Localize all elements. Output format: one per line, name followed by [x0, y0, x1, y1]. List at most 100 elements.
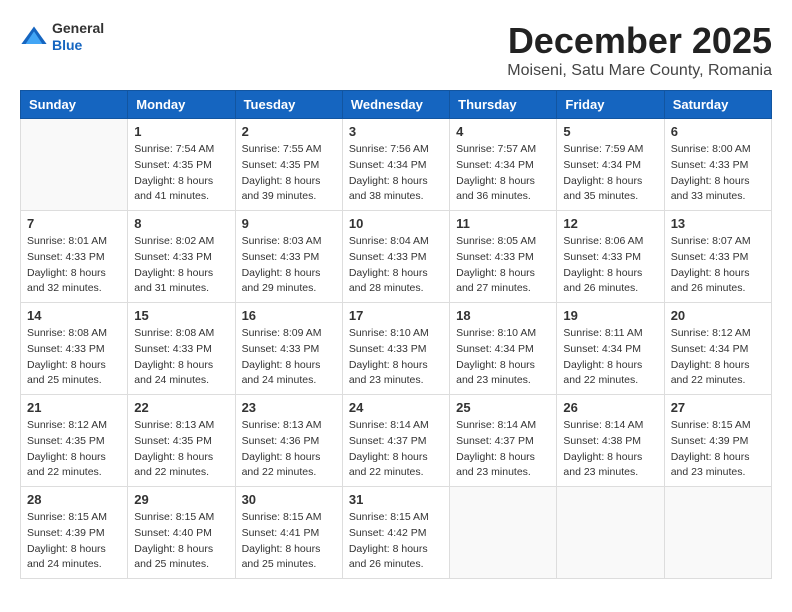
day-number: 13	[671, 216, 765, 231]
day-number: 12	[563, 216, 657, 231]
day-info: Sunrise: 8:04 AMSunset: 4:33 PMDaylight:…	[349, 234, 443, 297]
calendar-cell: 27Sunrise: 8:15 AMSunset: 4:39 PMDayligh…	[664, 395, 771, 487]
day-number: 9	[242, 216, 336, 231]
logo-icon	[20, 23, 48, 51]
day-info: Sunrise: 8:10 AMSunset: 4:34 PMDaylight:…	[456, 326, 550, 389]
calendar-cell: 9 Sunrise: 8:03 AMSunset: 4:33 PMDaylight…	[235, 211, 342, 303]
calendar-table: SundayMondayTuesdayWednesdayThursdayFrid…	[20, 90, 772, 579]
title-area: December 2025 Moiseni, Satu Mare County,…	[507, 20, 772, 80]
day-number: 15	[134, 308, 228, 323]
day-info: Sunrise: 8:08 AMSunset: 4:33 PMDaylight:…	[134, 326, 228, 389]
calendar-cell: 18 Sunrise: 8:10 AMSunset: 4:34 PMDayligh…	[450, 303, 557, 395]
day-number: 31	[349, 492, 443, 507]
calendar-cell: 17 Sunrise: 8:10 AMSunset: 4:33 PMDayligh…	[342, 303, 449, 395]
week-row-5: 28 Sunrise: 8:15 AMSunset: 4:39 PMDayligh…	[21, 487, 772, 579]
calendar-cell: 6 Sunrise: 8:00 AMSunset: 4:33 PMDaylight…	[664, 119, 771, 211]
day-number: 16	[242, 308, 336, 323]
day-info: Sunrise: 8:00 AMSunset: 4:33 PMDaylight:…	[671, 142, 765, 205]
calendar-cell: 15 Sunrise: 8:08 AMSunset: 4:33 PMDayligh…	[128, 303, 235, 395]
calendar-cell: 22Sunrise: 8:13 AMSunset: 4:35 PMDayligh…	[128, 395, 235, 487]
calendar-cell	[450, 487, 557, 579]
day-number: 5	[563, 124, 657, 139]
day-number: 21	[27, 400, 121, 415]
col-header-sunday: Sunday	[21, 91, 128, 119]
day-number: 26	[563, 400, 657, 415]
day-info: Sunrise: 8:15 AMSunset: 4:42 PMDaylight:…	[349, 510, 443, 573]
calendar-cell: 23 Sunrise: 8:13 AMSunset: 4:36 PMDayligh…	[235, 395, 342, 487]
week-row-2: 7Sunrise: 8:01 AMSunset: 4:33 PMDaylight…	[21, 211, 772, 303]
day-info: Sunrise: 8:12 AMSunset: 4:35 PMDaylight:…	[27, 418, 121, 481]
calendar-cell: 21 Sunrise: 8:12 AMSunset: 4:35 PMDayligh…	[21, 395, 128, 487]
col-header-thursday: Thursday	[450, 91, 557, 119]
calendar-cell: 28 Sunrise: 8:15 AMSunset: 4:39 PMDayligh…	[21, 487, 128, 579]
day-info: Sunrise: 8:03 AMSunset: 4:33 PMDaylight:…	[242, 234, 336, 297]
day-info: Sunrise: 8:13 AMSunset: 4:35 PMDaylight:…	[134, 418, 228, 481]
logo-blue-text: Blue	[52, 37, 104, 54]
calendar-cell: 19Sunrise: 8:11 AMSunset: 4:34 PMDayligh…	[557, 303, 664, 395]
calendar-cell: 2 Sunrise: 7:55 AMSunset: 4:35 PMDaylight…	[235, 119, 342, 211]
col-header-monday: Monday	[128, 91, 235, 119]
day-info: Sunrise: 8:10 AMSunset: 4:33 PMDaylight:…	[349, 326, 443, 389]
day-number: 7	[27, 216, 121, 231]
day-number: 27	[671, 400, 765, 415]
calendar-cell: 10 Sunrise: 8:04 AMSunset: 4:33 PMDayligh…	[342, 211, 449, 303]
day-number: 10	[349, 216, 443, 231]
col-header-friday: Friday	[557, 91, 664, 119]
day-number: 24	[349, 400, 443, 415]
calendar-cell: 26 Sunrise: 8:14 AMSunset: 4:38 PMDayligh…	[557, 395, 664, 487]
day-number: 23	[242, 400, 336, 415]
day-info: Sunrise: 8:15 AMSunset: 4:41 PMDaylight:…	[242, 510, 336, 573]
week-row-1: 1Sunrise: 7:54 AMSunset: 4:35 PMDaylight…	[21, 119, 772, 211]
day-info: Sunrise: 8:14 AMSunset: 4:37 PMDaylight:…	[456, 418, 550, 481]
calendar-cell: 11 Sunrise: 8:05 AMSunset: 4:33 PMDayligh…	[450, 211, 557, 303]
calendar-cell: 20Sunrise: 8:12 AMSunset: 4:34 PMDayligh…	[664, 303, 771, 395]
day-info: Sunrise: 8:05 AMSunset: 4:33 PMDaylight:…	[456, 234, 550, 297]
calendar-cell: 14Sunrise: 8:08 AMSunset: 4:33 PMDayligh…	[21, 303, 128, 395]
col-header-wednesday: Wednesday	[342, 91, 449, 119]
day-info: Sunrise: 7:54 AMSunset: 4:35 PMDaylight:…	[134, 142, 228, 205]
col-header-saturday: Saturday	[664, 91, 771, 119]
calendar-cell: 24Sunrise: 8:14 AMSunset: 4:37 PMDayligh…	[342, 395, 449, 487]
day-number: 20	[671, 308, 765, 323]
calendar-cell: 1Sunrise: 7:54 AMSunset: 4:35 PMDaylight…	[128, 119, 235, 211]
day-info: Sunrise: 7:56 AMSunset: 4:34 PMDaylight:…	[349, 142, 443, 205]
logo: General Blue	[20, 20, 104, 54]
header: General Blue December 2025 Moiseni, Satu…	[20, 20, 772, 80]
day-number: 30	[242, 492, 336, 507]
day-number: 18	[456, 308, 550, 323]
calendar-cell	[557, 487, 664, 579]
day-info: Sunrise: 8:15 AMSunset: 4:39 PMDaylight:…	[27, 510, 121, 573]
day-number: 2	[242, 124, 336, 139]
day-number: 4	[456, 124, 550, 139]
calendar-cell: 7Sunrise: 8:01 AMSunset: 4:33 PMDaylight…	[21, 211, 128, 303]
calendar-cell: 13 Sunrise: 8:07 AMSunset: 4:33 PMDayligh…	[664, 211, 771, 303]
day-info: Sunrise: 8:02 AMSunset: 4:33 PMDaylight:…	[134, 234, 228, 297]
day-info: Sunrise: 8:14 AMSunset: 4:38 PMDaylight:…	[563, 418, 657, 481]
day-number: 17	[349, 308, 443, 323]
calendar-cell	[21, 119, 128, 211]
calendar-cell: 5Sunrise: 7:59 AMSunset: 4:34 PMDaylight…	[557, 119, 664, 211]
calendar-cell: 31 Sunrise: 8:15 AMSunset: 4:42 PMDayligh…	[342, 487, 449, 579]
calendar-cell: 3Sunrise: 7:56 AMSunset: 4:34 PMDaylight…	[342, 119, 449, 211]
calendar-cell: 12 Sunrise: 8:06 AMSunset: 4:33 PMDayligh…	[557, 211, 664, 303]
day-info: Sunrise: 7:57 AMSunset: 4:34 PMDaylight:…	[456, 142, 550, 205]
logo-general-text: General	[52, 20, 104, 37]
day-info: Sunrise: 8:06 AMSunset: 4:33 PMDaylight:…	[563, 234, 657, 297]
day-info: Sunrise: 8:15 AMSunset: 4:40 PMDaylight:…	[134, 510, 228, 573]
day-number: 11	[456, 216, 550, 231]
day-number: 28	[27, 492, 121, 507]
day-number: 8	[134, 216, 228, 231]
day-number: 14	[27, 308, 121, 323]
calendar-cell	[664, 487, 771, 579]
day-info: Sunrise: 7:55 AMSunset: 4:35 PMDaylight:…	[242, 142, 336, 205]
day-number: 19	[563, 308, 657, 323]
day-info: Sunrise: 8:07 AMSunset: 4:33 PMDaylight:…	[671, 234, 765, 297]
day-info: Sunrise: 8:13 AMSunset: 4:36 PMDaylight:…	[242, 418, 336, 481]
day-number: 25	[456, 400, 550, 415]
calendar-cell: 30 Sunrise: 8:15 AMSunset: 4:41 PMDayligh…	[235, 487, 342, 579]
calendar-header-row: SundayMondayTuesdayWednesdayThursdayFrid…	[21, 91, 772, 119]
calendar-cell: 25 Sunrise: 8:14 AMSunset: 4:37 PMDayligh…	[450, 395, 557, 487]
col-header-tuesday: Tuesday	[235, 91, 342, 119]
day-number: 6	[671, 124, 765, 139]
day-number: 29	[134, 492, 228, 507]
